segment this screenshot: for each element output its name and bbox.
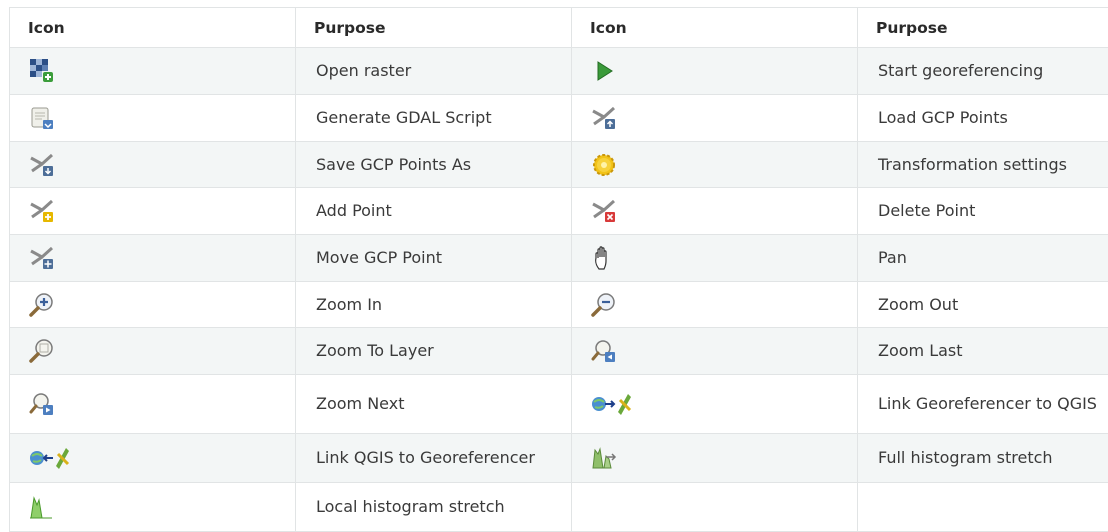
local-histogram-stretch-icon [28,493,56,521]
table-header-row: Icon Purpose Icon Purpose [10,8,1108,48]
zoom-out-icon [590,291,618,319]
delete-point-icon [590,197,618,225]
right-icon-cell [572,235,858,282]
right-icon-cell [572,375,858,434]
zoom-next-icon [28,390,56,418]
right-icon-cell [572,282,858,328]
right-icon-cell [572,188,858,235]
full-histogram-stretch-icon [590,444,618,472]
right-purpose-cell [858,483,1108,532]
left-purpose-cell: Zoom In [296,282,572,328]
header-purpose-right: Purpose [858,8,1108,48]
right-purpose-cell: Zoom Last [858,328,1108,375]
add-point-icon [28,197,56,225]
left-icon-cell [10,235,296,282]
link-qgis-to-georeferencer-icon [28,444,72,472]
link-georeferencer-to-qgis-icon [590,390,634,418]
left-purpose-cell: Move GCP Point [296,235,572,282]
left-purpose-cell: Save GCP Points As [296,142,572,188]
right-icon-cell [572,142,858,188]
right-icon-cell [572,48,858,95]
right-icon-cell [572,95,858,142]
zoom-to-layer-icon [28,337,56,365]
right-purpose-cell: Start georeferencing [858,48,1108,95]
left-purpose-cell: Link QGIS to Georeferencer [296,434,572,483]
header-icon-left: Icon [10,8,296,48]
header-icon-right: Icon [572,8,858,48]
right-icon-cell [572,434,858,483]
right-purpose-cell: Link Georeferencer to QGIS [858,375,1108,434]
zoom-in-icon [28,291,56,319]
left-purpose-cell: Add Point [296,188,572,235]
left-icon-cell [10,95,296,142]
save-gcp-points-icon [28,151,56,179]
zoom-last-icon [590,337,618,365]
icon-purpose-table: Icon Purpose Icon Purpose Open raste [9,7,1108,532]
load-gcp-points-icon [590,104,618,132]
table-row: Zoom Next Link Georeferencer to QGIS [10,375,1108,434]
left-purpose-cell: Generate GDAL Script [296,95,572,142]
right-purpose-cell: Delete Point [858,188,1108,235]
left-icon-cell [10,328,296,375]
table-row: Link QGIS to Georeferencer Full histogra… [10,434,1108,483]
right-icon-cell [572,328,858,375]
pan-icon [590,244,618,272]
left-icon-cell [10,282,296,328]
left-icon-cell [10,434,296,483]
table-row: Add Point Delete Point [10,188,1108,235]
header-purpose-left: Purpose [296,8,572,48]
table-row: Zoom In Zoom Out [10,282,1108,328]
left-purpose-cell: Zoom To Layer [296,328,572,375]
left-icon-cell [10,188,296,235]
transformation-settings-icon [590,151,618,179]
left-icon-cell [10,375,296,434]
table-row: Save GCP Points As Transformation settin… [10,142,1108,188]
right-purpose-cell: Pan [858,235,1108,282]
left-icon-cell [10,483,296,532]
left-purpose-cell: Open raster [296,48,572,95]
right-purpose-cell: Full histogram stretch [858,434,1108,483]
icon-table-container: Icon Purpose Icon Purpose Open raste [9,7,1108,532]
start-georeferencing-icon [590,57,618,85]
left-icon-cell [10,48,296,95]
generate-gdal-script-icon [28,104,56,132]
table-row: Generate GDAL Script Load GCP Points [10,95,1108,142]
left-purpose-cell: Local histogram stretch [296,483,572,532]
table-row: Zoom To Layer Zoom Last [10,328,1108,375]
right-purpose-cell: Transformation settings [858,142,1108,188]
table-row: Open raster Start georeferencing [10,48,1108,95]
open-raster-icon [28,57,56,85]
right-purpose-cell: Zoom Out [858,282,1108,328]
table-row: Move GCP Point Pan [10,235,1108,282]
left-purpose-cell: Zoom Next [296,375,572,434]
left-icon-cell [10,142,296,188]
right-purpose-cell: Load GCP Points [858,95,1108,142]
right-icon-cell [572,483,858,532]
move-gcp-point-icon [28,244,56,272]
table-row: Local histogram stretch [10,483,1108,532]
